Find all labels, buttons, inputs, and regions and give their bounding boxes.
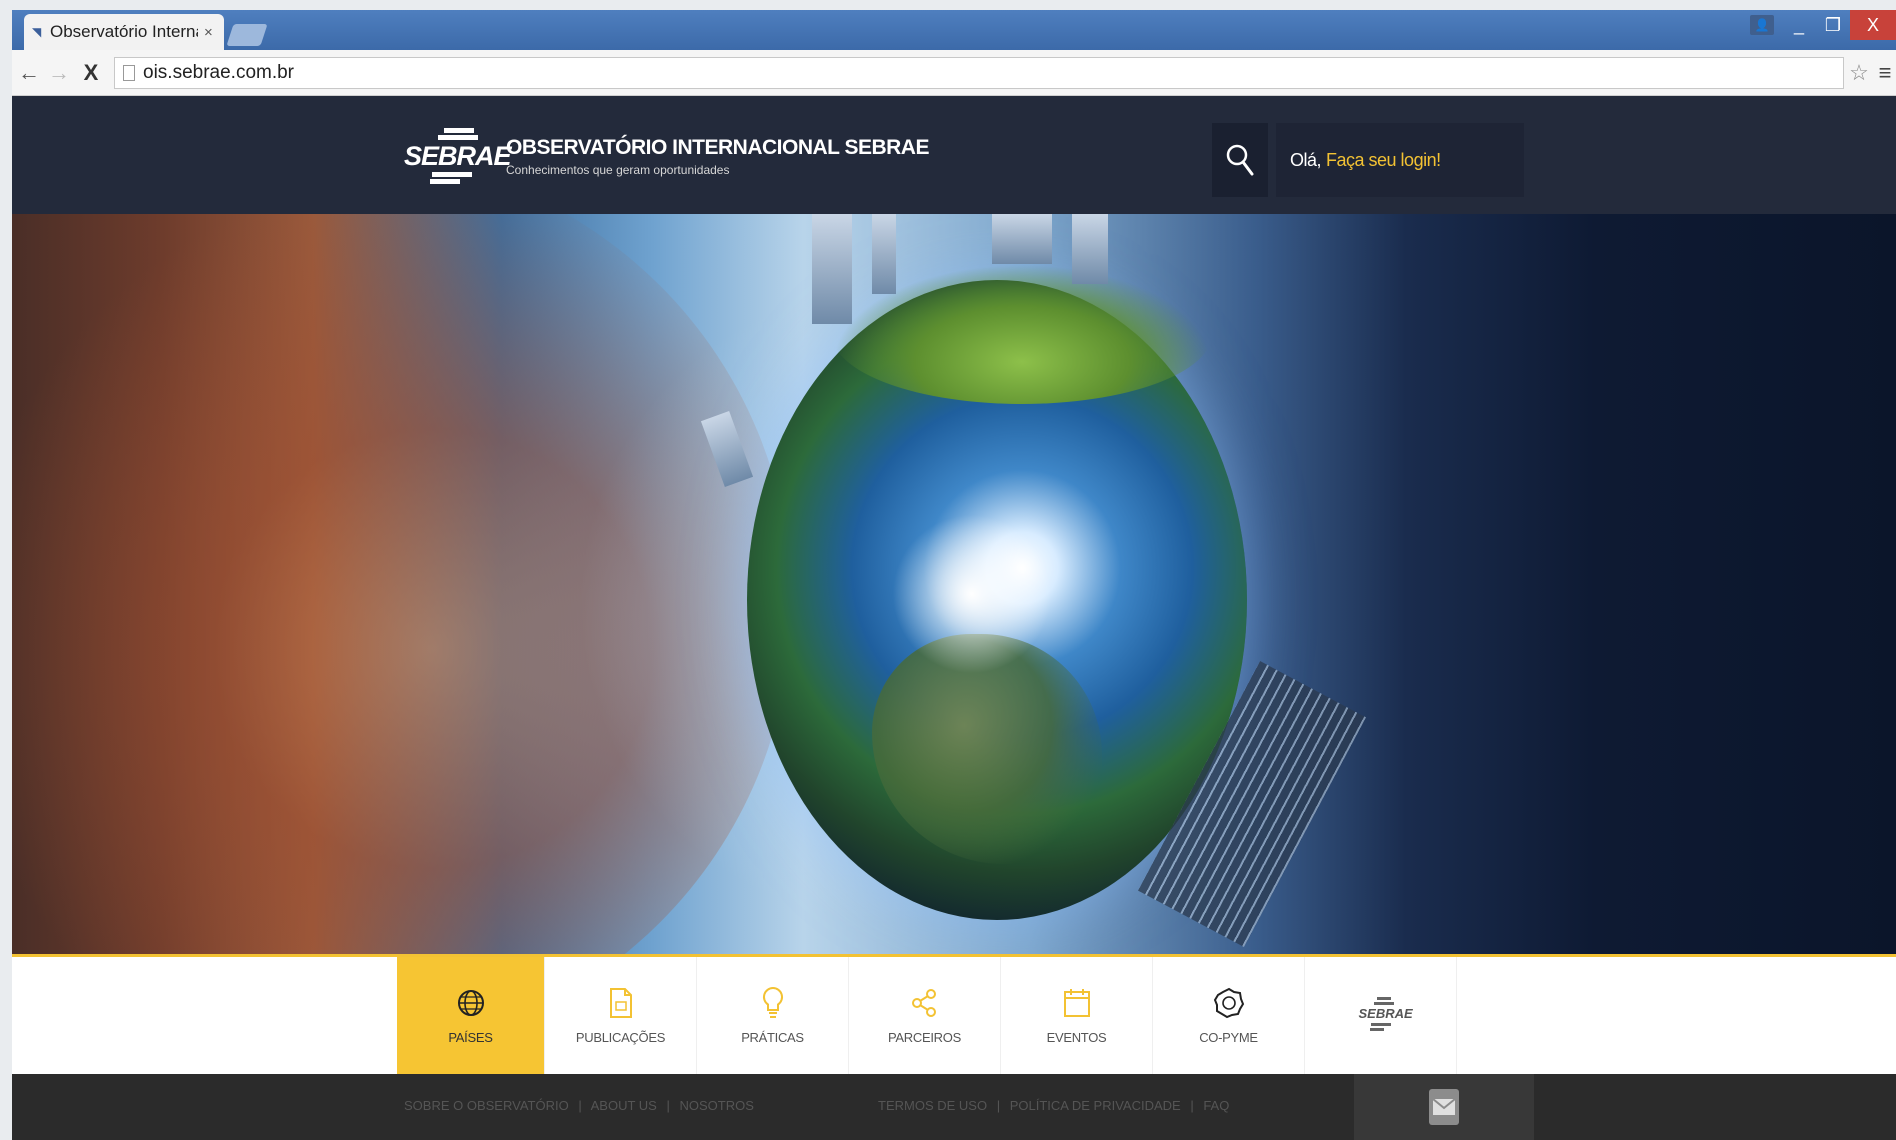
site-slogan: Conhecimentos que geram oportunidades — [506, 162, 730, 177]
sebrae-mini-logo: SEBRAE — [1357, 994, 1413, 1037]
site-logo[interactable]: SEBRAE OBSERVATÓRIO INTERNACIONAL SEBRAE… — [404, 124, 929, 188]
hero-building — [1072, 214, 1108, 284]
document-icon — [604, 986, 638, 1020]
sebrae-mini-logo-text: SEBRAE — [1358, 1006, 1413, 1021]
browser-toolbar: ← → X ois.sebrae.com.br ☆ ≡ — [12, 50, 1896, 96]
search-icon — [1226, 144, 1254, 176]
url-text: ois.sebrae.com.br — [143, 61, 295, 83]
footer-link-about-observatory[interactable]: SOBRE O OBSERVATÓRIO — [404, 1098, 569, 1113]
site-name: OBSERVATÓRIO INTERNACIONAL SEBRAE — [506, 135, 929, 159]
contact-mail-button[interactable] — [1354, 1074, 1534, 1140]
nav-item-parceiros[interactable]: PARCEIROS — [849, 957, 1001, 1074]
nav-item-praticas[interactable]: PRÁTICAS — [697, 957, 849, 1074]
forward-button[interactable]: → — [46, 60, 72, 86]
stop-button[interactable]: X — [78, 60, 104, 86]
globe-icon — [454, 986, 488, 1020]
tab-strip: ◥ Observatório Interna × 👤 _ ❐ X — [12, 10, 1896, 50]
window-controls: 👤 _ ❐ X — [1750, 10, 1896, 40]
hero-building — [992, 214, 1052, 264]
login-area[interactable]: Olá, Faça seu login! — [1276, 123, 1524, 197]
new-tab-button[interactable] — [226, 24, 268, 46]
footer-link-nosotros[interactable]: NOSOTROS — [679, 1098, 753, 1113]
restore-button[interactable]: ❐ — [1816, 10, 1850, 40]
nav-label: PAÍSES — [448, 1030, 493, 1045]
category-nav: PAÍSES PUBLICAÇÕES PRÁTICAS PARCEIROS EV… — [12, 954, 1896, 1074]
gear-icon — [1212, 986, 1246, 1020]
hero-banner-image — [12, 214, 1896, 954]
hero-building — [872, 214, 896, 294]
calendar-icon — [1060, 986, 1094, 1020]
nav-item-co-pyme[interactable]: CO-PYME — [1153, 957, 1305, 1074]
nav-label: EVENTOS — [1046, 1030, 1107, 1045]
category-list: PAÍSES PUBLICAÇÕES PRÁTICAS PARCEIROS EV… — [397, 957, 1457, 1074]
nav-item-publicacoes[interactable]: PUBLICAÇÕES — [545, 957, 697, 1074]
nav-label: PARCEIROS — [888, 1030, 961, 1045]
close-window-button[interactable]: X — [1850, 10, 1896, 40]
greeting-text: Olá, — [1290, 149, 1322, 170]
tab-close-button[interactable]: × — [204, 24, 213, 41]
page-icon — [123, 64, 135, 81]
nav-item-paises[interactable]: PAÍSES — [397, 957, 545, 1074]
logo-text: OBSERVATÓRIO INTERNACIONAL SEBRAE Conhec… — [506, 136, 929, 177]
login-link[interactable]: Faça seu login! — [1326, 150, 1441, 171]
footer-separator: | — [1190, 1098, 1194, 1113]
footer-separator: | — [578, 1098, 582, 1113]
logo-word: SEBRAE — [404, 141, 512, 171]
footer-separator: | — [666, 1098, 670, 1113]
footer-link-privacy[interactable]: POLÍTICA DE PRIVACIDADE — [1010, 1098, 1181, 1113]
sebrae-logo-mark: SEBRAE — [404, 124, 512, 188]
nav-label: PRÁTICAS — [741, 1030, 804, 1045]
nav-label: CO-PYME — [1199, 1030, 1258, 1045]
site-footer: SOBRE O OBSERVATÓRIO | ABOUT US | NOSOTR… — [12, 1074, 1896, 1140]
footer-separator: | — [996, 1098, 1001, 1113]
search-button[interactable] — [1212, 123, 1268, 197]
address-bar[interactable]: ois.sebrae.com.br — [114, 56, 1844, 89]
footer-link-faq[interactable]: FAQ — [1203, 1098, 1229, 1113]
network-icon — [908, 986, 942, 1020]
footer-links-left: SOBRE O OBSERVATÓRIO | ABOUT US | NOSOTR… — [404, 1098, 754, 1113]
bookmark-star-icon[interactable]: ☆ — [1844, 60, 1874, 86]
site-header: SEBRAE OBSERVATÓRIO INTERNACIONAL SEBRAE… — [12, 96, 1896, 214]
browser-menu-icon[interactable]: ≡ — [1874, 60, 1896, 86]
nav-item-sebrae[interactable]: SEBRAE — [1305, 957, 1457, 1074]
tab-title: Observatório Interna — [50, 22, 198, 41]
sebrae-favicon-icon: ◥ — [32, 25, 42, 39]
browser-window: ◥ Observatório Interna × 👤 _ ❐ X ← → X o… — [12, 10, 1896, 1140]
back-button[interactable]: ← — [16, 60, 42, 86]
browser-tab[interactable]: ◥ Observatório Interna × — [24, 14, 224, 50]
hero-building — [812, 214, 852, 324]
mail-icon — [1429, 1089, 1459, 1125]
hero-sunlight — [892, 514, 1052, 674]
footer-link-terms[interactable]: TERMOS DE USO — [878, 1098, 987, 1113]
lightbulb-icon — [756, 986, 790, 1020]
user-profile-icon[interactable]: 👤 — [1750, 15, 1774, 35]
minimize-button[interactable]: _ — [1782, 10, 1816, 40]
footer-link-about-us[interactable]: ABOUT US — [591, 1098, 657, 1113]
nav-item-eventos[interactable]: EVENTOS — [1001, 957, 1153, 1074]
nav-label: PUBLICAÇÕES — [575, 1030, 666, 1045]
footer-links-mid: TERMOS DE USO | POLÍTICA DE PRIVACIDADE … — [878, 1098, 1229, 1113]
